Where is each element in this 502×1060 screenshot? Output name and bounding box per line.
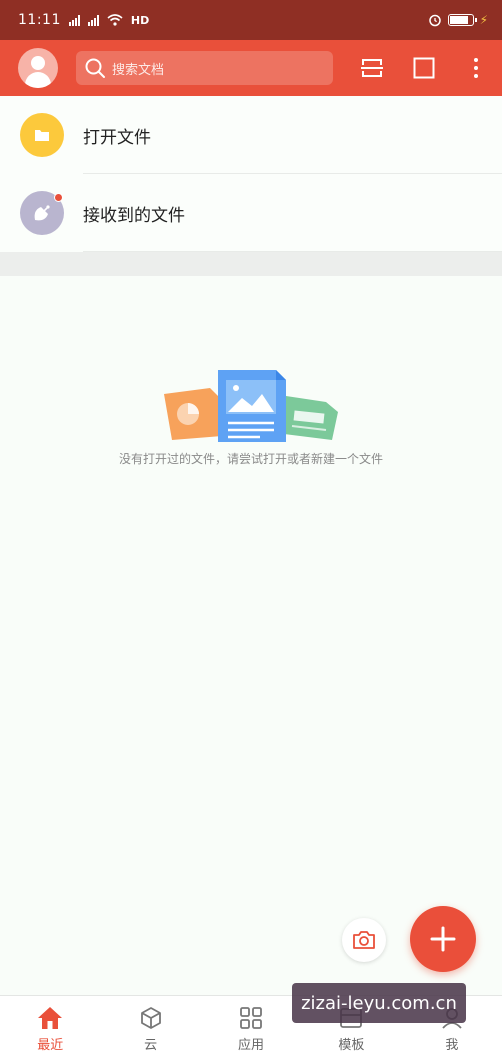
search-input[interactable]: 搜索文档 [76,51,333,85]
charging-icon: ⚡ [479,13,488,27]
camera-button[interactable] [342,918,386,962]
alarm-icon [428,14,441,27]
scan-button[interactable] [360,56,384,80]
tab-label: 最近 [37,1038,64,1053]
tab-label: 我 [445,1038,459,1053]
list-item-label: 打开文件 [83,127,151,148]
more-options-button[interactable] [464,56,488,80]
home-icon [38,1007,63,1029]
top-toolbar: 搜索文档 [0,40,502,96]
network-type-label: HD [130,13,150,27]
tab-apps[interactable]: 应用 [201,996,301,1060]
battery-fill [449,16,468,24]
search-icon [85,58,105,78]
status-time: 11:11 [18,12,61,28]
satellite-dish-icon [34,205,50,221]
status-bar: 11:11 HD ⚡ [0,0,502,40]
camera-icon [353,931,375,949]
empty-state-message: 没有打开过的文件，请尝试打开或者新建一个文件 [118,452,383,466]
tab-cloud[interactable]: 云 [100,996,200,1060]
more-vertical-icon [474,58,478,78]
empty-documents-illustration [164,370,338,442]
search-placeholder: 搜索文档 [112,62,165,78]
file-source-list: 打开文件 接收到的文件 [0,96,502,252]
open-file-icon-bg [20,113,64,157]
tab-label: 云 [144,1038,158,1053]
tab-recent[interactable]: 最近 [0,996,100,1060]
cube-icon [140,1007,161,1029]
wifi-icon [107,14,123,26]
folder-icon [35,130,49,141]
tab-label: 模板 [338,1038,365,1053]
image-doc-icon [218,370,286,442]
presentation-doc-icon [164,388,222,440]
signal-icon [68,14,80,26]
battery-icon [447,14,477,26]
tab-label: 应用 [238,1038,265,1053]
list-item-label: 接收到的文件 [83,205,185,226]
spreadsheet-doc-icon [284,396,338,440]
multi-window-button[interactable] [412,56,436,80]
list-item-received-files[interactable]: 接收到的文件 [0,174,502,252]
signal-icon [87,14,99,26]
notification-badge [54,193,63,202]
section-separator [0,252,502,276]
avatar[interactable] [18,48,58,88]
watermark: zizai-leyu.com.cn [292,983,466,1023]
square-icon [413,57,435,79]
grid-icon [240,1007,262,1029]
list-item-open-file[interactable]: 打开文件 [0,96,502,174]
received-files-icon-bg [20,191,64,235]
plus-icon [430,926,456,952]
scan-icon [361,59,383,77]
create-new-button[interactable] [410,906,476,972]
